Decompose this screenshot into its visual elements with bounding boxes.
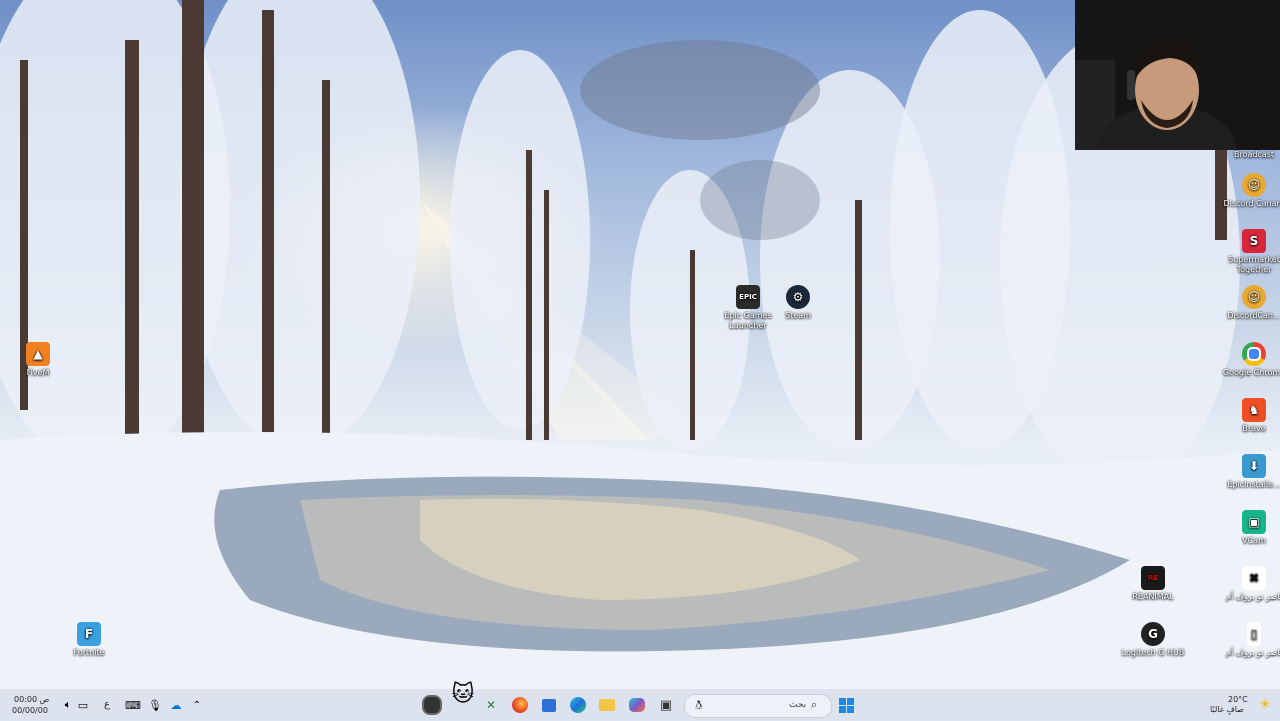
desktop-icon-fivem[interactable]: ▲ FiveM: [6, 342, 70, 378]
reanimal-icon: RE: [1141, 566, 1165, 590]
desktop-icon-vcam[interactable]: ▣ VCam: [1222, 510, 1280, 546]
desktop-icon-label: Steam: [785, 311, 811, 320]
desktop-icon-epicinstaller[interactable]: ⬇ EpicInstalle...: [1222, 454, 1280, 490]
fortnite-icon: F: [77, 622, 101, 646]
clock-time[interactable]: 00:00 ص: [14, 695, 49, 705]
desktop-icon-label: Logitech G HUB: [1121, 648, 1185, 657]
taskbar: 00:00 ص 00/00/00 🔈︎ ▭ ع ⌨ 🎙︎ ☁ ⌃ 🐱︎ ✕ ▣ …: [0, 682, 1280, 721]
desktop-icon-reanimal[interactable]: RE REANIMAL: [1121, 566, 1185, 602]
desktop-icon-label: FiveM: [26, 368, 50, 377]
supermarket-together-icon: S: [1242, 229, 1266, 253]
file-icon: ▯: [1247, 622, 1261, 646]
desktop-icon-fortnite[interactable]: F Fortnite: [57, 622, 121, 658]
desktop-icon-label: Broadcast: [1233, 150, 1275, 159]
search-icon: ⌕: [811, 698, 818, 711]
desktop-icon-label: VCam: [1242, 536, 1266, 545]
windows-start-icon[interactable]: [834, 693, 858, 717]
desktop-icon-chrome[interactable]: Google Chrome: [1222, 342, 1280, 378]
obs-icon[interactable]: [420, 693, 444, 717]
desktop-icon-nasser-shortcut[interactable]: ✖ ناصر نو بروڤ أم: [1222, 566, 1280, 602]
microsoft-store-icon[interactable]: [537, 693, 561, 717]
chrome-icon: [1242, 342, 1266, 366]
shortcut-icon: ✖: [1242, 566, 1266, 590]
desktop-icon-label: EpicInstalle...: [1227, 480, 1280, 489]
chevron-up-icon[interactable]: ⌃: [185, 693, 209, 717]
desktop-icon-discordcan[interactable]: ☺ DiscordCan...: [1222, 285, 1280, 321]
search-placeholder: بحث: [789, 700, 807, 710]
desktop-icon-label: Brave: [1242, 424, 1266, 433]
installer-icon: ⬇: [1242, 454, 1266, 478]
logitech-g-icon: G: [1141, 622, 1165, 646]
search-box[interactable]: 🐧︎ بحث ⌕: [684, 694, 832, 718]
desktop-icon-steam[interactable]: ⚙ Steam: [766, 285, 830, 321]
desktop-icon-label: Fortnite: [73, 648, 105, 657]
copilot-icon[interactable]: [625, 693, 649, 717]
xbox-icon[interactable]: ✕: [479, 693, 503, 717]
desktop-icon-discord-canary[interactable]: ☺ Discord Canary: [1222, 173, 1280, 209]
weather-description[interactable]: صافٍ غالبًا: [1210, 705, 1244, 715]
desktop-icon-brave[interactable]: ♞ Brave: [1222, 398, 1280, 434]
desktop-icon-label: REANIMAL: [1132, 592, 1174, 601]
fivem-icon: ▲: [26, 342, 50, 366]
webcam-overlay: [1075, 0, 1280, 150]
search-mascot-icon: 🐧︎: [695, 698, 703, 712]
keyboard-icon[interactable]: ⌨: [121, 693, 145, 717]
webcam-person-image: [1075, 0, 1280, 150]
firefox-icon[interactable]: [508, 693, 532, 717]
desktop-icon-broadcast[interactable]: Broadcast: [1222, 150, 1280, 160]
clock-date[interactable]: 00/00/00: [12, 706, 48, 716]
edge-icon[interactable]: [566, 693, 590, 717]
vcam-icon: ▣: [1242, 510, 1266, 534]
mascot-icon[interactable]: 🐱︎: [448, 677, 478, 711]
desktop-icon-supermarket-together[interactable]: S Supermarket Together: [1222, 229, 1280, 275]
task-view-icon[interactable]: ▣: [654, 693, 678, 717]
weather-sun-icon[interactable]: ☀: [1253, 693, 1277, 717]
desktop-icon-label: ناصر نو بروڤ أم: [1226, 592, 1280, 601]
brave-icon: ♞: [1242, 398, 1266, 422]
discord-canary-icon: ☺: [1242, 173, 1266, 197]
desktop-icon-label: Epic Games Launcher: [724, 311, 772, 330]
file-explorer-icon[interactable]: [595, 693, 619, 717]
epic-games-icon: EPIC: [736, 285, 760, 309]
discord-canary-icon: ☺: [1242, 285, 1266, 309]
desktop-icon-logitech-g-hub[interactable]: G Logitech G HUB: [1121, 622, 1185, 658]
desktop-icon-nasser-file[interactable]: ▯ ناصر نو بروڤ أم: [1222, 622, 1280, 658]
network-icon[interactable]: ▭: [71, 693, 95, 717]
language-indicator[interactable]: ع: [104, 700, 110, 710]
steam-icon: ⚙: [786, 285, 810, 309]
desktop-icon-label: ناصر نو بروڤ أم: [1226, 648, 1280, 657]
desktop-icon-label: Google Chrome: [1222, 368, 1280, 377]
desktop-icon-label: DiscordCan...: [1227, 311, 1280, 320]
desktop-icon-label: Discord Canary: [1223, 199, 1280, 208]
weather-temperature[interactable]: 20°C: [1228, 695, 1248, 705]
desktop-icon-label: Supermarket Together: [1228, 255, 1280, 274]
